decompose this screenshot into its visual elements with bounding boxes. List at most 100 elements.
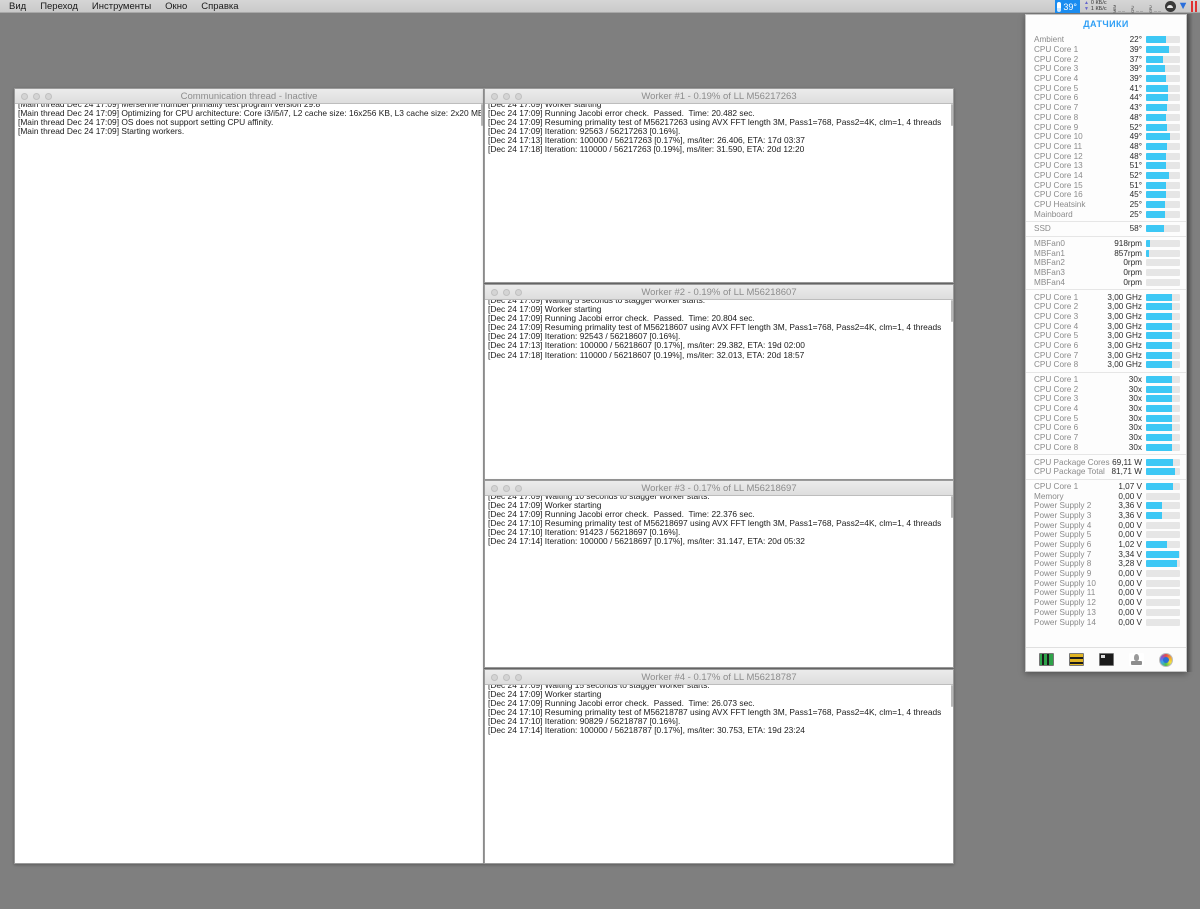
sensor-row[interactable]: CPU Core 10 49°	[1026, 132, 1186, 142]
menu-item-instrumenty[interactable]: Инструменты	[85, 0, 158, 13]
sensor-row[interactable]: CPU Core 7 3,00 GHz	[1026, 350, 1186, 360]
fan-tab-icon[interactable]	[1128, 653, 1144, 666]
menu-item-okno[interactable]: Окно	[158, 0, 194, 13]
dropbox-icon[interactable]: ▼	[1178, 0, 1189, 13]
zoom-button[interactable]	[45, 92, 52, 100]
sensor-panel-toolbar[interactable]	[1026, 647, 1186, 671]
window-worker-1[interactable]: Worker #1 - 0.19% of LL M56217263 [Dec 2…	[484, 88, 954, 283]
log-output-area[interactable]: [Dec 24 17:09] Worker starting [Dec 24 1…	[485, 104, 953, 282]
sensor-row[interactable]: MBFan4 0rpm	[1026, 278, 1186, 288]
hardware-monitor-panel[interactable]: ДАТЧИКИ Ambient 22° CPU Core 1 39° CPU Core …	[1025, 14, 1187, 672]
sensor-row[interactable]: CPU Core 4 3,00 GHz	[1026, 321, 1186, 331]
menu-item-vid[interactable]: Вид	[0, 0, 33, 13]
window-controls[interactable]	[485, 92, 522, 100]
titlebar[interactable]: Worker #3 - 0.17% of LL M56218697	[485, 481, 953, 496]
window-worker-2[interactable]: Worker #2 - 0.19% of LL M56218607 [Dec 2…	[484, 284, 954, 480]
vertical-scrollbar[interactable]	[950, 300, 953, 479]
sensor-row[interactable]: Power Supply 10 0,00 V	[1026, 578, 1186, 588]
sensor-row[interactable]: CPU Core 2 3,00 GHz	[1026, 302, 1186, 312]
close-button[interactable]	[491, 288, 498, 296]
vertical-scrollbar[interactable]	[480, 104, 483, 863]
sensor-row[interactable]: Ambient 22°	[1026, 35, 1186, 45]
sensor-row[interactable]: CPU Core 5 30x	[1026, 413, 1186, 423]
zoom-button[interactable]	[515, 288, 522, 296]
sensor-row[interactable]: MBFan2 0rpm	[1026, 258, 1186, 268]
sensor-row[interactable]: CPU Core 4 39°	[1026, 74, 1186, 84]
sensor-row[interactable]: Power Supply 4 0,00 V	[1026, 520, 1186, 530]
sensor-row[interactable]: CPU Core 1 3,00 GHz	[1026, 292, 1186, 302]
sensor-row[interactable]: Power Supply 14 0,00 V	[1026, 617, 1186, 627]
sensor-row[interactable]: CPU Core 6 3,00 GHz	[1026, 341, 1186, 351]
sensor-row[interactable]: CPU Core 8 30x	[1026, 443, 1186, 453]
network-status-item[interactable]: ▲ ▼ 0 КБ/с 1 КБ/с	[1082, 0, 1109, 13]
window-controls[interactable]	[485, 484, 522, 492]
zoom-button[interactable]	[515, 92, 522, 100]
sensor-row[interactable]: CPU Core 12 48°	[1026, 151, 1186, 161]
sensor-row[interactable]: CPU Package Cores 69,11 W	[1026, 457, 1186, 467]
sensor-row[interactable]: CPU Core 11 48°	[1026, 142, 1186, 152]
sensor-row[interactable]: CPU Core 8 3,00 GHz	[1026, 360, 1186, 370]
sensor-row[interactable]: Power Supply 8 3,28 V	[1026, 559, 1186, 569]
minimize-button[interactable]	[503, 92, 510, 100]
list-tab-icon[interactable]	[1069, 653, 1085, 666]
eject-icon[interactable]	[1164, 0, 1176, 13]
sensor-row[interactable]: CPU Core 13 51°	[1026, 161, 1186, 171]
titlebar[interactable]: Worker #1 - 0.19% of LL M56217263	[485, 89, 953, 104]
sensor-row[interactable]: Power Supply 7 3,34 V	[1026, 549, 1186, 559]
log-output-area[interactable]: [Dec 24 17:09] Waiting 5 seconds to stag…	[485, 300, 953, 479]
minimize-button[interactable]	[33, 92, 40, 100]
console-tab-icon[interactable]	[1098, 653, 1114, 666]
sensor-row[interactable]: CPU Core 5 3,00 GHz	[1026, 331, 1186, 341]
window-worker-4[interactable]: Worker #4 - 0.17% of LL M56218787 [Dec 2…	[484, 669, 954, 864]
sensor-row[interactable]: Power Supply 9 0,00 V	[1026, 569, 1186, 579]
vertical-scrollbar[interactable]	[950, 104, 953, 282]
zoom-button[interactable]	[515, 484, 522, 492]
sensor-row[interactable]: Power Supply 12 0,00 V	[1026, 598, 1186, 608]
memory-gauge-icon[interactable]: MEM	[1111, 0, 1127, 13]
sensor-row[interactable]: CPU Core 1 1,07 V	[1026, 482, 1186, 492]
sensor-row[interactable]: CPU Core 8 48°	[1026, 113, 1186, 123]
sensor-row[interactable]: Mainboard 25°	[1026, 209, 1186, 219]
temperature-status-item[interactable]: 39°	[1055, 0, 1080, 13]
sensor-row[interactable]: CPU Core 2 30x	[1026, 384, 1186, 394]
sensor-row[interactable]: CPU Core 16 45°	[1026, 190, 1186, 200]
cpu-gauge-icon[interactable]: CPU	[1129, 0, 1145, 13]
sensor-row[interactable]: CPU Core 14 52°	[1026, 171, 1186, 181]
sensor-row[interactable]: CPU Core 6 44°	[1026, 93, 1186, 103]
sensor-row[interactable]: MBFan3 0rpm	[1026, 268, 1186, 278]
sensor-row[interactable]: CPU Core 3 3,00 GHz	[1026, 312, 1186, 322]
window-controls[interactable]	[485, 673, 522, 681]
preferences-tab-icon[interactable]	[1158, 652, 1173, 667]
titlebar[interactable]: Worker #2 - 0.19% of LL M56218607	[485, 285, 953, 300]
sensor-row[interactable]: CPU Core 1 39°	[1026, 45, 1186, 55]
sensor-row[interactable]: CPU Core 9 52°	[1026, 122, 1186, 132]
menu-item-spravka[interactable]: Справка	[194, 0, 245, 13]
sensor-row[interactable]: CPU Core 15 51°	[1026, 180, 1186, 190]
titlebar[interactable]: Worker #4 - 0.17% of LL M56218787	[485, 670, 953, 685]
sensor-row[interactable]: Power Supply 6 1,02 V	[1026, 540, 1186, 550]
sensor-row[interactable]: CPU Core 6 30x	[1026, 423, 1186, 433]
window-communication-thread[interactable]: Communication thread - Inactive [Main th…	[14, 88, 484, 864]
sensor-row[interactable]: CPU Core 3 30x	[1026, 394, 1186, 404]
sensor-row[interactable]: Power Supply 13 0,00 V	[1026, 608, 1186, 618]
window-controls[interactable]	[15, 92, 52, 100]
window-controls[interactable]	[485, 288, 522, 296]
log-output-area[interactable]: [Dec 24 17:09] Waiting 10 seconds to sta…	[485, 496, 953, 667]
close-button[interactable]	[491, 484, 498, 492]
titlebar[interactable]: Communication thread - Inactive	[15, 89, 483, 104]
sensors-tab-icon[interactable]	[1039, 653, 1055, 666]
sensor-list[interactable]: Ambient 22° CPU Core 1 39° CPU Core 2 37° CPU …	[1026, 33, 1186, 647]
close-button[interactable]	[491, 92, 498, 100]
vertical-scrollbar[interactable]	[950, 496, 953, 667]
close-button[interactable]	[491, 673, 498, 681]
sensor-row[interactable]: CPU Core 5 41°	[1026, 83, 1186, 93]
sensor-row[interactable]: CPU Core 1 30x	[1026, 375, 1186, 385]
gpu-gauge-icon[interactable]: GPU	[1147, 0, 1163, 13]
sensor-row[interactable]: Memory 0,00 V	[1026, 491, 1186, 501]
sensor-row[interactable]: CPU Core 2 37°	[1026, 54, 1186, 64]
sensor-row[interactable]: CPU Core 4 30x	[1026, 404, 1186, 414]
minimize-button[interactable]	[503, 288, 510, 296]
sensor-row[interactable]: MBFan1 857rpm	[1026, 248, 1186, 258]
menu-item-perehod[interactable]: Переход	[33, 0, 85, 13]
sensor-row[interactable]: CPU Package Total 81,71 W	[1026, 467, 1186, 477]
